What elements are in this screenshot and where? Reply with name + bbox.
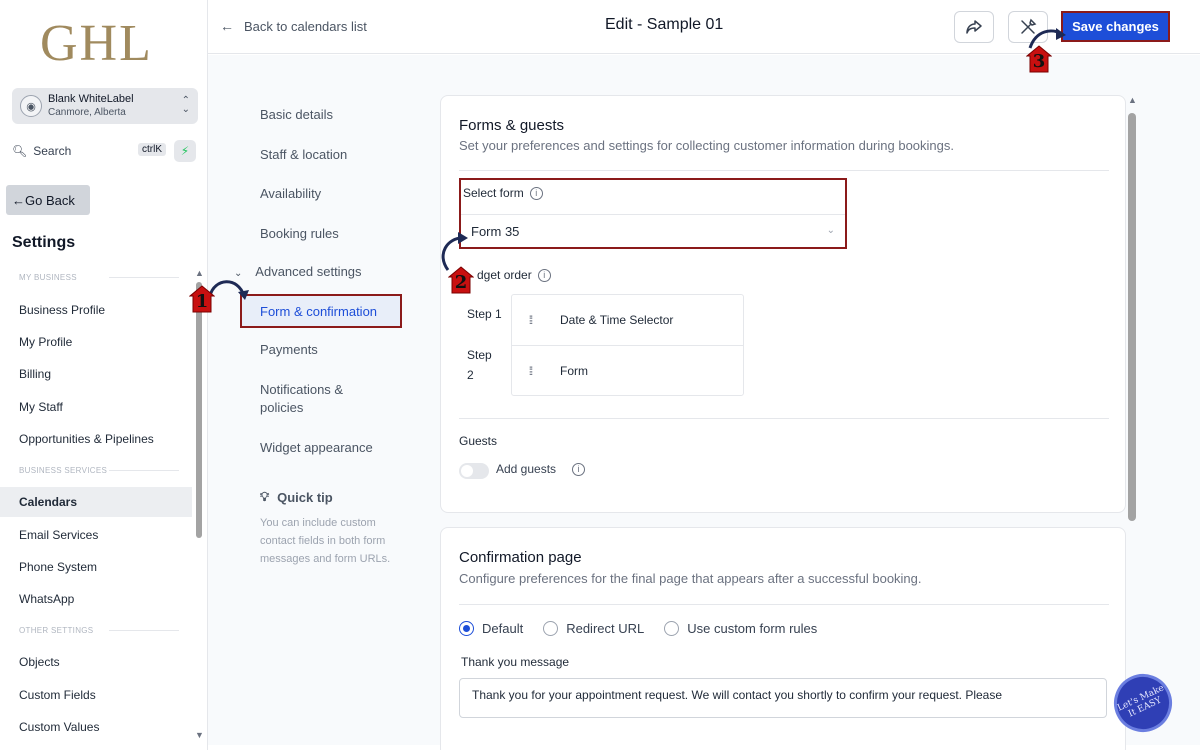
annotation-marker-2: 2: [448, 266, 474, 294]
annotation-arrow-1-head: [238, 290, 249, 300]
annotation-number-2: 2: [454, 272, 468, 293]
annotation-marker-1: 1: [189, 285, 215, 313]
annotation-arrows: [208, 28, 1066, 300]
annotation-number-3: 3: [1032, 51, 1046, 72]
annotation-number-1: 1: [195, 291, 209, 312]
annotation-marker-3: 3: [1026, 45, 1052, 73]
annotation-arrow-2-head: [458, 232, 468, 244]
annotation-arrow-3-head: [1056, 28, 1066, 40]
annotation-arrow-1: [208, 280, 246, 297]
